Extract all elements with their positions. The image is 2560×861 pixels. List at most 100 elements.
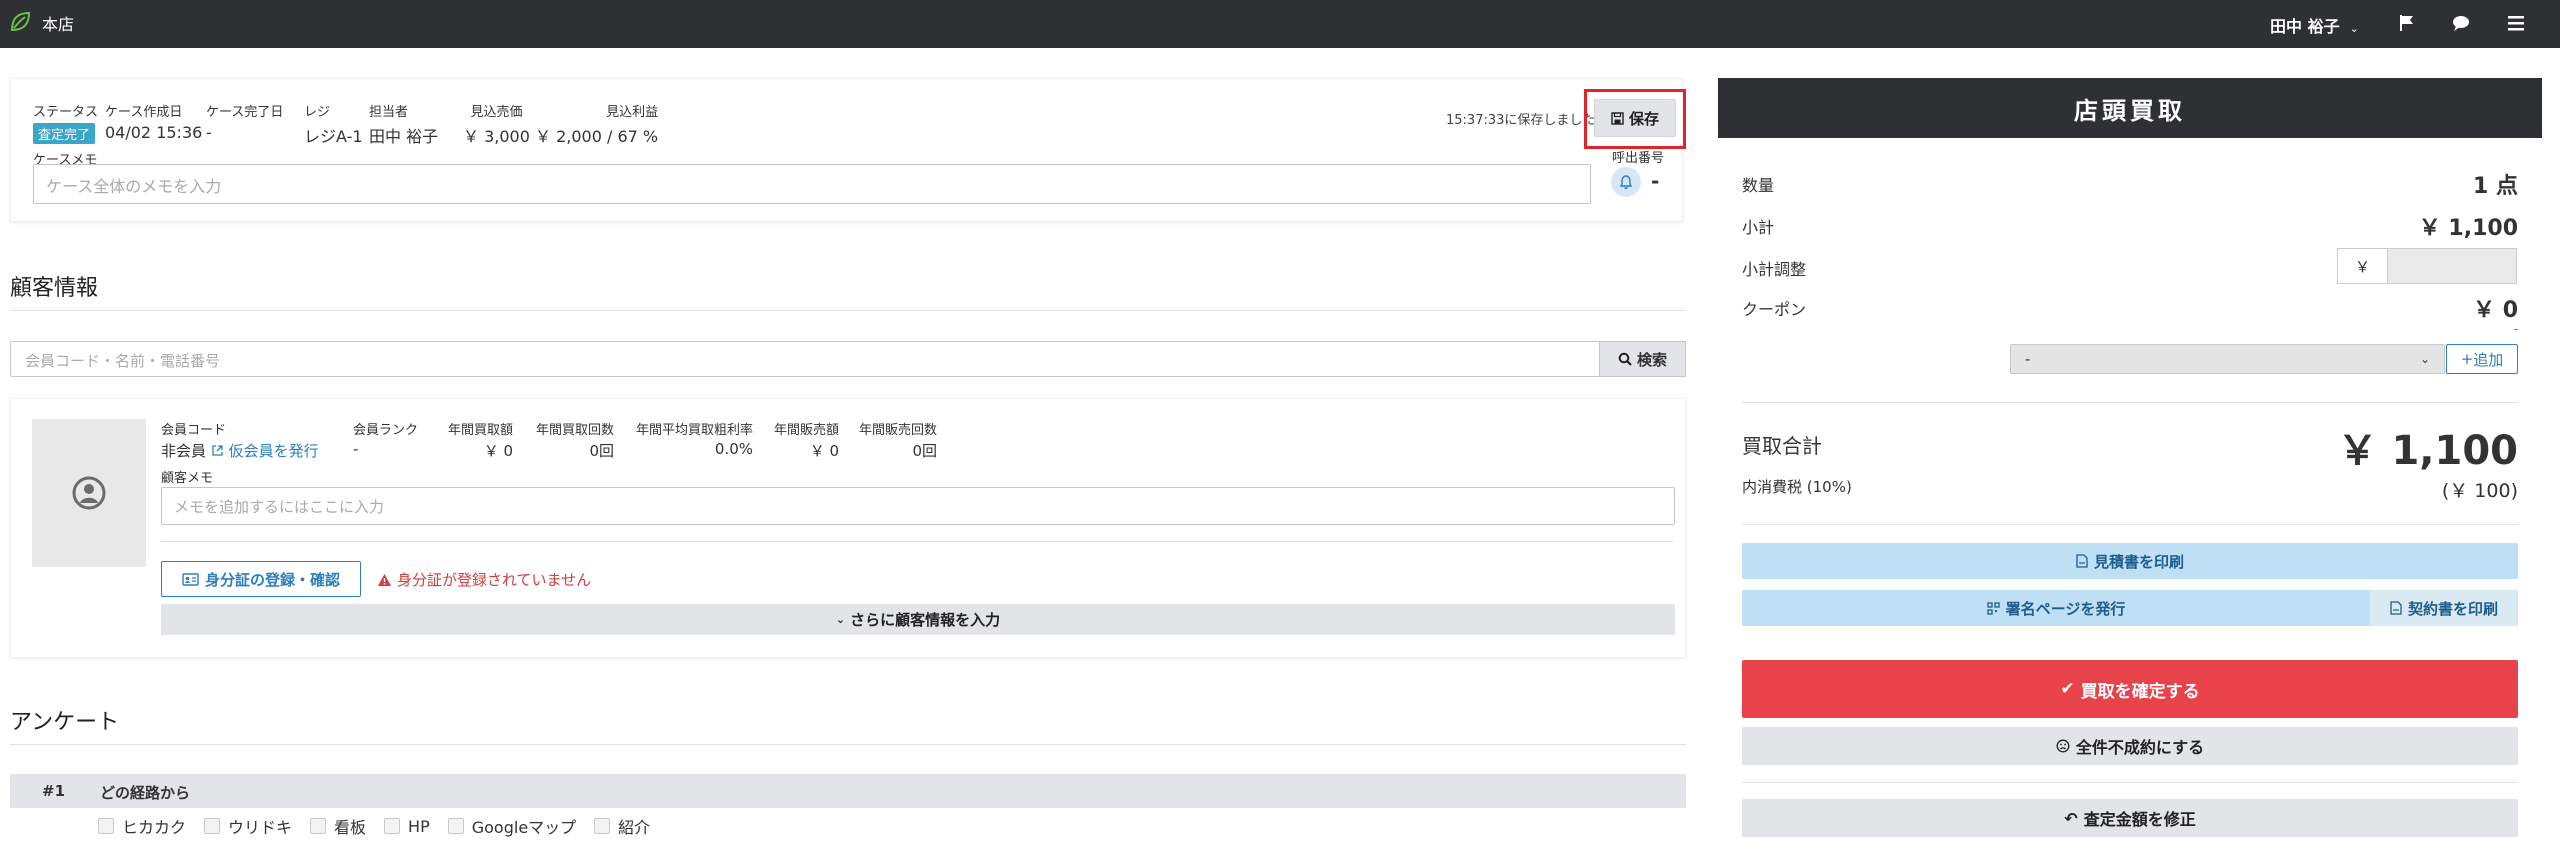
option-label: 紹介 xyxy=(618,818,651,837)
customer-memo-input[interactable]: メモを追加するにはここに入力 xyxy=(161,487,1675,525)
checkbox[interactable] xyxy=(594,818,611,834)
est-profit-value: ￥ 2,000 / 67 % xyxy=(535,127,659,146)
all-reject-label: 全件不成約にする xyxy=(2075,738,2205,757)
adjust-prefix: ￥ xyxy=(2338,249,2388,283)
coupon-add-label: 追加 xyxy=(2473,350,2504,369)
qty-value: 1 点 xyxy=(2473,174,2518,199)
confirm-buy-button[interactable]: ✔ 買取を確定する xyxy=(1742,660,2518,718)
id-card-icon xyxy=(182,572,199,586)
customer-card: 会員コード 非会員 仮会員を発行 会員ランク - 年間買取額 ￥ 0 年間買取回… xyxy=(10,398,1686,658)
saved-status-text: 15:37:33に保存しました xyxy=(1446,113,1596,128)
completed-date-label: ケース完了日 xyxy=(206,105,284,120)
id-register-button[interactable]: 身分証の登録・確認 xyxy=(161,561,361,597)
annual-sales-value: ￥ 0 xyxy=(809,442,839,460)
survey-option[interactable]: 紹介 xyxy=(594,814,650,838)
user-menu[interactable]: 田中 裕子 ⌄ xyxy=(2270,13,2359,37)
annual-buy-amount-label: 年間買取額 xyxy=(447,423,513,438)
avg-margin-value: 0.0% xyxy=(714,440,753,458)
plus-icon: + xyxy=(2460,350,2474,368)
store-name[interactable]: 本店 xyxy=(42,11,74,35)
checkbox[interactable] xyxy=(384,818,401,834)
customer-search-input[interactable]: 会員コード・名前・電話番号 xyxy=(10,341,1600,377)
survey-option[interactable]: 看板 xyxy=(310,814,366,838)
more-customer-info-button[interactable]: ⌄ さらに顧客情報を入力 xyxy=(161,604,1675,635)
annual-buy-amount-value: ￥ 0 xyxy=(483,442,513,460)
chevron-down-icon: ⌄ xyxy=(2419,352,2430,366)
fix-amount-button[interactable]: ↶ 査定金額を修正 xyxy=(1742,799,2518,837)
check-icon: ✔ xyxy=(2060,679,2075,699)
checkbox[interactable] xyxy=(447,818,464,834)
coupon-select[interactable]: - ⌄ xyxy=(2010,344,2445,374)
subtotal-adjust-input[interactable]: ￥ xyxy=(2337,248,2517,284)
summary-divider xyxy=(1742,402,2518,403)
survey-option[interactable]: Googleマップ xyxy=(447,814,576,838)
id-warning: 身分証が登録されていません xyxy=(377,569,591,590)
search-icon xyxy=(1618,352,1632,366)
annual-buy-count-label: 年間買取回数 xyxy=(535,423,614,438)
chat-icon[interactable] xyxy=(2450,12,2472,34)
est-profit-label: 見込利益 xyxy=(606,105,659,120)
total-value: ￥ 1,100 xyxy=(2337,428,2518,474)
survey-option[interactable]: ヒカカク xyxy=(98,814,186,838)
member-code-field: 会員コード 非会員 仮会員を発行 xyxy=(161,419,319,461)
chevron-down-icon: ⌄ xyxy=(835,613,846,626)
print-estimate-button[interactable]: 見積書を印刷 xyxy=(1742,543,2518,579)
save-button[interactable]: 保存 xyxy=(1594,99,1676,137)
case-memo-input[interactable]: ケース全体のメモを入力 xyxy=(33,164,1591,204)
annual-buy-count-field: 年間買取回数 0回 xyxy=(526,419,614,461)
bell-icon[interactable] xyxy=(1611,167,1641,197)
staff-label: 担当者 xyxy=(369,105,409,120)
register-label: レジ xyxy=(304,105,331,120)
top-navbar: 本店 田中 裕子 ⌄ xyxy=(0,0,2560,48)
call-number-value: - xyxy=(1651,169,1660,193)
id-register-button-label: 身分証の登録・確認 xyxy=(204,570,340,589)
survey-option[interactable]: HP xyxy=(384,814,430,838)
file-pdf-icon xyxy=(2076,554,2088,568)
section-divider xyxy=(10,744,1686,745)
staff-value: 田中 裕子 xyxy=(369,127,439,146)
annual-buy-count-value: 0回 xyxy=(589,442,614,460)
customer-search-button[interactable]: 検索 xyxy=(1599,341,1686,377)
subtotal-label: 小計 xyxy=(1742,218,1775,237)
coupon-row: クーポン ￥ 0 xyxy=(1742,296,2518,323)
issue-sign-page-button[interactable]: 署名ページを発行 xyxy=(1742,590,2370,626)
section-divider xyxy=(10,310,1686,311)
menu-icon[interactable] xyxy=(2505,12,2527,34)
est-sales-field: 見込売価 ￥ 3,000 xyxy=(463,101,530,147)
id-warning-text: 身分証が登録されていません xyxy=(397,571,592,589)
adjust-field[interactable] xyxy=(2388,249,2516,283)
leaf-logo-icon[interactable] xyxy=(8,10,32,34)
tax-label: 内消費税 (10%) xyxy=(1742,478,1852,496)
survey-option[interactable]: ウリドキ xyxy=(204,814,292,838)
annual-sales-count-label: 年間販売回数 xyxy=(858,423,937,438)
survey-section-title: アンケート xyxy=(10,710,120,735)
coupon-value: ￥ 0 xyxy=(2473,298,2518,323)
checkbox[interactable] xyxy=(310,818,327,834)
checkbox[interactable] xyxy=(98,818,114,834)
completed-date-value: - xyxy=(206,123,212,142)
member-rank-label: 会員ランク xyxy=(353,423,419,438)
fix-amount-label: 査定金額を修正 xyxy=(2083,810,2196,829)
avg-margin-label: 年間平均買取粗利率 xyxy=(635,423,753,438)
all-reject-button[interactable]: 全件不成約にする xyxy=(1742,727,2518,765)
member-rank-value: - xyxy=(353,440,359,458)
customer-divider xyxy=(161,541,1673,542)
flag-icon[interactable] xyxy=(2396,12,2418,34)
est-sales-label: 見込売価 xyxy=(470,105,523,120)
print-contract-button[interactable]: 契約書を印刷 xyxy=(2370,590,2518,626)
reply-icon: ↶ xyxy=(2064,808,2078,828)
est-sales-value: ￥ 3,000 xyxy=(463,127,530,146)
option-label: ヒカカク xyxy=(122,818,187,837)
status-label: ステータス xyxy=(33,105,99,120)
survey-options: ヒカカク ウリドキ 看板 HP Googleマップ 紹介 xyxy=(98,814,650,838)
temp-member-link[interactable]: 仮会員を発行 xyxy=(211,442,319,460)
created-date-value: 04/02 15:36 xyxy=(105,123,203,142)
avatar xyxy=(32,419,146,567)
coupon-add-button[interactable]: + 追加 xyxy=(2446,344,2518,374)
option-label: ウリドキ xyxy=(228,818,293,837)
frown-icon xyxy=(2056,739,2070,753)
customer-memo-label: 顧客メモ xyxy=(161,471,214,486)
checkbox[interactable] xyxy=(204,818,221,834)
option-label: 看板 xyxy=(334,818,367,837)
summary-divider xyxy=(1742,782,2518,783)
